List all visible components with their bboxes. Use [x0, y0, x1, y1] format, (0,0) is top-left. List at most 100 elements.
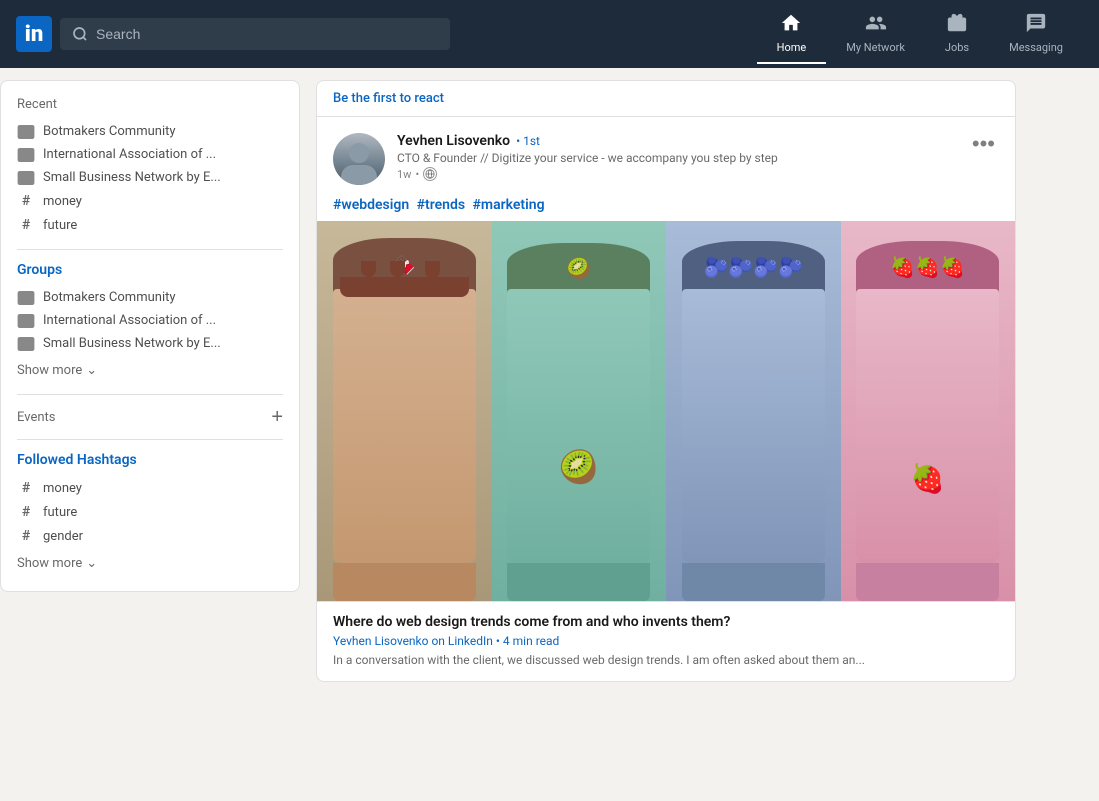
article-source-name[interactable]: Yevhen Lisovenko on LinkedIn [333, 634, 493, 648]
connection-badge: • 1st [516, 134, 540, 148]
sidebar-item-future-hashtag[interactable]: # future [17, 500, 283, 524]
group-icon [17, 314, 35, 328]
sidebar-item-label: International Association of ... [43, 313, 216, 328]
hashtag-marketing[interactable]: #marketing [473, 197, 545, 213]
show-more-label: Show more [17, 363, 82, 378]
section-divider-2 [17, 394, 283, 395]
first-react-suffix: to react [396, 91, 444, 106]
cup-4-topping: 🍓🍓🍓 [856, 241, 999, 293]
nav-my-network-label: My Network [846, 41, 905, 54]
sidebar-item-money-recent[interactable]: # money [17, 189, 283, 213]
hashtag-trends[interactable]: #trends [417, 197, 465, 213]
cup-2-body: 🥝 [507, 289, 650, 563]
cup-3-topping: 🫐🫐🫐🫐 [682, 241, 825, 293]
events-row: Events + [17, 407, 283, 427]
cup-2-base [507, 563, 650, 601]
hashtag-icon: # [17, 217, 35, 233]
sidebar-item-label: future [43, 505, 77, 520]
add-event-button[interactable]: + [271, 407, 283, 427]
sidebar-item-intl-recent[interactable]: International Association of ... [17, 143, 283, 166]
sidebar-item-botmakers-recent[interactable]: Botmakers Community [17, 120, 283, 143]
search-bar-container [60, 18, 450, 50]
cup-3-body [682, 289, 825, 563]
sidebar-item-label: money [43, 194, 82, 209]
section-divider [17, 249, 283, 250]
section-divider-3 [17, 439, 283, 440]
first-react-link[interactable]: first [373, 91, 396, 106]
sidebar-item-label: gender [43, 529, 83, 544]
search-input[interactable] [96, 26, 438, 42]
sidebar-item-label: Small Business Network by E... [43, 170, 221, 185]
nav-messaging[interactable]: Messaging [989, 4, 1083, 64]
sidebar-item-botmakers-group[interactable]: Botmakers Community [17, 286, 283, 309]
first-react-bar: Be the first to react [317, 81, 1015, 117]
cup-1-base [333, 563, 476, 601]
home-icon [780, 12, 802, 39]
post-time-row: 1w • [397, 167, 956, 181]
main-nav: Home My Network Jobs Messaging [757, 4, 1083, 64]
group-icon [17, 125, 35, 139]
left-sidebar: Recent Botmakers Community International… [0, 80, 300, 682]
article-excerpt: In a conversation with the client, we di… [333, 652, 999, 669]
sidebar-item-label: Small Business Network by E... [43, 336, 221, 351]
sidebar-item-gender-hashtag[interactable]: # gender [17, 524, 283, 548]
cup-3-base [682, 563, 825, 601]
author-avatar[interactable] [333, 133, 385, 185]
hashtags-show-more-button[interactable]: Show more ⌄ [17, 552, 283, 575]
linkedin-logo[interactable]: in [16, 16, 52, 52]
sidebar-item-label: International Association of ... [43, 147, 216, 162]
group-icon [17, 337, 35, 351]
followed-hashtags-title: Followed Hashtags [17, 452, 283, 468]
events-label: Events [17, 410, 55, 425]
nav-jobs-label: Jobs [945, 41, 969, 54]
post-header: Yevhen Lisovenko • 1st CTO & Founder // … [317, 117, 1015, 193]
article-title[interactable]: Where do web design trends come from and… [333, 614, 999, 630]
excerpt-text-start: In a conversation with the client, we di… [333, 653, 865, 667]
sidebar-item-intl-group[interactable]: International Association of ... [17, 309, 283, 332]
hashtag-icon: # [17, 528, 35, 544]
hashtag-icon: # [17, 480, 35, 496]
sidebar-item-smallbiz-recent[interactable]: Small Business Network by E... [17, 166, 283, 189]
sidebar-item-label: future [43, 218, 77, 233]
cup-2-topping: 🥝 [507, 243, 650, 293]
author-name[interactable]: Yevhen Lisovenko [397, 133, 510, 149]
group-icon [17, 171, 35, 185]
post-time: 1w [397, 168, 411, 181]
show-more-label-2: Show more [17, 556, 82, 571]
sidebar-card: Recent Botmakers Community International… [0, 80, 300, 592]
author-info: Yevhen Lisovenko • 1st CTO & Founder // … [397, 133, 956, 181]
chevron-down-icon: ⌄ [86, 363, 97, 378]
nav-jobs[interactable]: Jobs [925, 4, 989, 64]
article-read-time: 4 min read [503, 634, 559, 648]
cup-4-base [856, 563, 999, 601]
groups-show-more-button[interactable]: Show more ⌄ [17, 359, 283, 382]
cup-1-body [333, 289, 476, 563]
nav-home[interactable]: Home [757, 4, 827, 64]
post-hashtags: #webdesign #trends #marketing [317, 193, 1015, 221]
hashtag-webdesign[interactable]: #webdesign [333, 197, 409, 213]
sidebar-item-money-hashtag[interactable]: # money [17, 476, 283, 500]
main-feed: Be the first to react Yevhen Lisovenko •… [316, 80, 1016, 682]
smoothie-image: 🍫 🥝 🥝 [317, 221, 1015, 601]
cup-4: 🍓🍓🍓 🍓 [841, 221, 1016, 601]
post-article-link: Where do web design trends come from and… [317, 601, 1015, 681]
first-react-prefix: Be the [333, 91, 373, 106]
sidebar-item-label: Botmakers Community [43, 124, 176, 139]
group-icon [17, 148, 35, 162]
nav-my-network[interactable]: My Network [826, 4, 925, 64]
article-source: Yevhen Lisovenko on LinkedIn • 4 min rea… [333, 634, 999, 648]
sidebar-item-label: Botmakers Community [43, 290, 176, 305]
cup-1: 🍫 [317, 221, 492, 601]
hashtag-icon: # [17, 193, 35, 209]
sidebar-item-smallbiz-group[interactable]: Small Business Network by E... [17, 332, 283, 355]
cup-3: 🫐🫐🫐🫐 [666, 221, 841, 601]
recent-label: Recent [17, 97, 283, 112]
post-more-button[interactable]: ••• [968, 133, 999, 155]
nav-home-label: Home [777, 41, 807, 54]
jobs-icon [946, 12, 968, 39]
author-name-row: Yevhen Lisovenko • 1st [397, 133, 956, 149]
article-separator: • [496, 634, 503, 648]
sidebar-item-label: money [43, 481, 82, 496]
hashtag-icon: # [17, 504, 35, 520]
sidebar-item-future-recent[interactable]: # future [17, 213, 283, 237]
